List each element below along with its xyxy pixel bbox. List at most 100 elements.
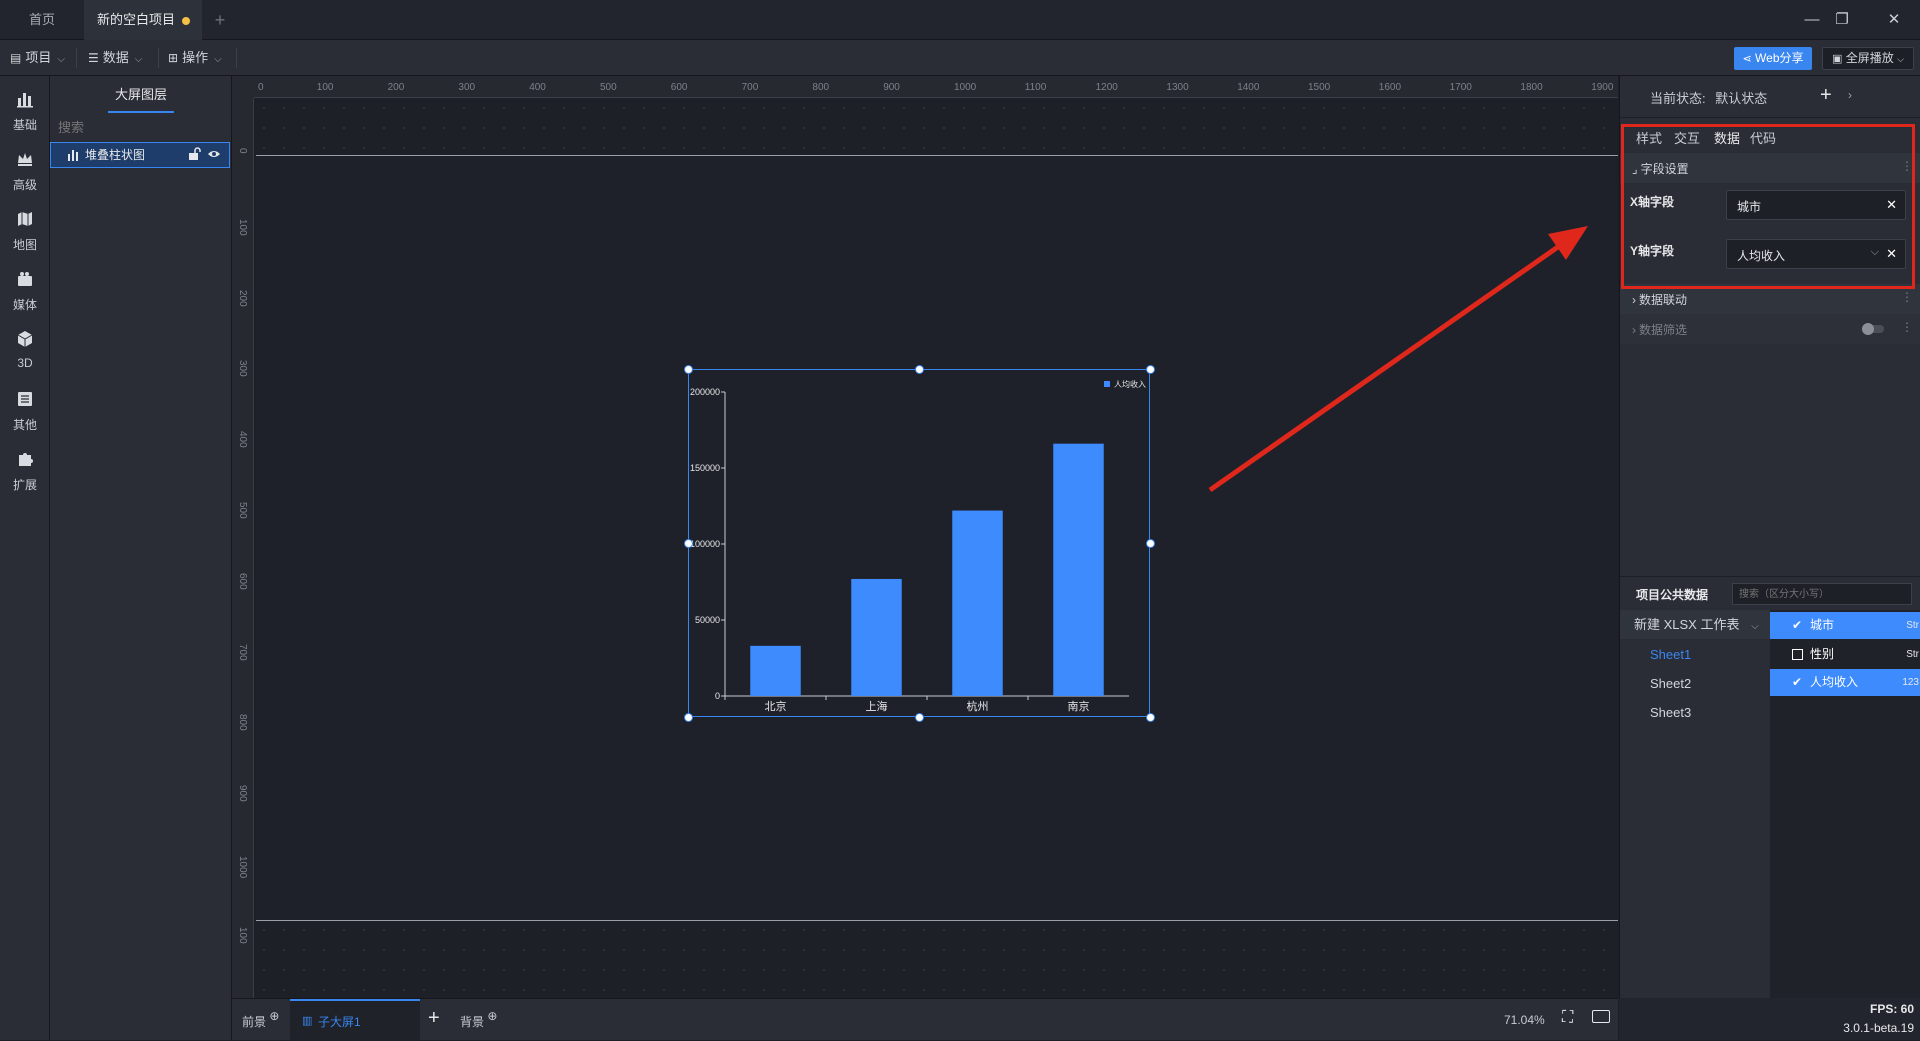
restore-button[interactable]: ❐ (1830, 8, 1854, 32)
chevron-down-icon: ⌵ (1897, 54, 1904, 64)
divider (236, 48, 237, 68)
subscreen-tab[interactable]: ▥ 子大屏1 (290, 999, 420, 1041)
tab-style[interactable]: 样式 (1636, 128, 1662, 147)
bar (851, 578, 902, 696)
y-tick-label: 200000 (690, 387, 720, 397)
close-window-button[interactable]: ✕ (1882, 8, 1906, 32)
property-panel: 当前状态: 默认状态 + › 样式 交互 数据 代码 ⌟ 字段设置 ⋮ X轴字段 … (1619, 76, 1920, 998)
menu-data[interactable]: ☰ 数据 ⌵ (88, 40, 142, 76)
data-filter-section[interactable]: › 数据筛选 ⋮ (1620, 314, 1920, 344)
add-state-icon[interactable]: + (1820, 84, 1832, 107)
fullscreen-play-button[interactable]: ▣ 全屏播放 ⌵ (1822, 47, 1914, 70)
add-circle-icon[interactable]: ⊕ (487, 1009, 497, 1023)
background-tab[interactable]: 背景 ⊕ (460, 1009, 497, 1030)
check-icon: ✔ (1792, 618, 1803, 632)
resize-handle[interactable] (683, 712, 693, 722)
collapse-icon: ⌟ (1632, 162, 1638, 176)
check-icon: ✔ (1792, 675, 1803, 689)
add-circle-icon[interactable]: ⊕ (269, 1009, 279, 1023)
category-map[interactable]: 地图 (0, 204, 50, 260)
workbook-item[interactable]: 新建 XLSX 工作表 ⌵ (1620, 610, 1770, 639)
file-icon: ▤ (10, 51, 22, 65)
filter-toggle[interactable] (1862, 323, 1884, 335)
sheet-item[interactable]: Sheet1 (1620, 640, 1770, 669)
puzzle-icon (0, 450, 50, 472)
media-icon (0, 270, 50, 292)
tab-home[interactable]: 首页 (0, 0, 84, 40)
ruler-tick-label: 600 (237, 572, 248, 590)
column-item[interactable]: ✔ 人均收入 123 (1770, 669, 1920, 696)
ruler-tick-label: 900 (237, 785, 248, 802)
foreground-tab[interactable]: 前景 ⊕ (242, 1009, 279, 1030)
category-media[interactable]: 媒体 (0, 264, 50, 320)
eye-icon[interactable] (207, 147, 221, 164)
column-type: Str (1906, 649, 1919, 660)
add-screen-icon[interactable]: + (428, 1007, 440, 1030)
minimize-button[interactable]: — (1800, 8, 1824, 32)
layer-panel-title[interactable]: 大屏图层 (108, 84, 174, 113)
unlock-icon[interactable] (187, 147, 201, 164)
more-icon[interactable]: ⋮ (1901, 290, 1913, 304)
ruler-tick-label: 100 (237, 926, 248, 944)
tab-data[interactable]: 数据 (1708, 128, 1747, 155)
resize-handle[interactable] (914, 712, 924, 722)
workbook-label: 新建 XLSX 工作表 (1634, 617, 1740, 632)
web-share-button[interactable]: ⋖ Web分享 (1734, 47, 1812, 70)
fit-screen-icon[interactable]: ⛶ (1562, 1009, 1573, 1027)
component-category-bar: 基础 高级 地图 媒体 3D 其他 扩展 (0, 76, 50, 1040)
resize-handle[interactable] (683, 364, 693, 374)
resize-handle[interactable] (1145, 538, 1155, 548)
tab-interaction[interactable]: 交互 (1674, 128, 1700, 147)
tab-code[interactable]: 代码 (1750, 128, 1776, 147)
add-tab-button[interactable]: + (210, 0, 230, 40)
resize-handle[interactable] (914, 364, 924, 374)
category-advanced[interactable]: 高级 (0, 144, 50, 200)
chevron-right-icon: › (1632, 293, 1636, 307)
zoom-level[interactable]: 71.04% (1504, 1013, 1545, 1027)
layer-item[interactable]: 堆叠柱状图 (50, 142, 230, 168)
category-basic[interactable]: 基础 (0, 84, 50, 140)
resize-handle[interactable] (1145, 712, 1155, 722)
divider (76, 48, 77, 68)
ruler-tick-label: 100 (316, 82, 334, 93)
ruler-tick-label: 1700 (1449, 82, 1472, 93)
ruler-tick-label: 1600 (1378, 82, 1402, 93)
field-settings-section[interactable]: ⌟ 字段设置 ⋮ (1620, 153, 1920, 183)
tab-project[interactable]: 新的空白项目 (84, 0, 202, 40)
resize-handle[interactable] (683, 538, 693, 548)
ruler-tick-label: 900 (883, 82, 900, 93)
current-state[interactable]: 当前状态: 默认状态 (1650, 88, 1767, 107)
column-name: 人均收入 (1810, 675, 1859, 689)
chart-component[interactable]: 0 50000 100000 150000 200000 北京 上海 杭州 南京 人均收入 (683, 364, 1155, 722)
public-data-search-input[interactable] (1732, 583, 1912, 605)
sheet-item[interactable]: Sheet2 (1620, 669, 1770, 698)
x-tick-label: 上海 (866, 699, 888, 713)
field-settings-title: 字段设置 (1640, 162, 1689, 176)
data-link-title: 数据联动 (1639, 293, 1688, 307)
sheet-item[interactable]: Sheet3 (1620, 698, 1770, 727)
menu-project[interactable]: ▤ 项目 ⌵ (10, 40, 65, 76)
chevron-right-icon[interactable]: › (1848, 88, 1852, 102)
y-field-select[interactable]: 人均收入 ⌵ ✕ (1726, 239, 1906, 269)
column-item[interactable]: 性别 Str (1770, 641, 1920, 668)
clear-icon[interactable]: ✕ (1886, 197, 1897, 213)
menu-data-label: 数据 (102, 50, 129, 65)
grid-icon: ⊞ (168, 51, 179, 65)
column-item[interactable]: ✔ 城市 Str (1770, 612, 1920, 639)
toggle-knob (1862, 323, 1874, 335)
chevron-down-icon[interactable]: ⌵ (1871, 246, 1879, 259)
layer-search-input[interactable] (58, 116, 224, 140)
menu-operate[interactable]: ⊞ 操作 ⌵ (168, 40, 222, 76)
x-field-select[interactable]: 城市 ✕ (1726, 190, 1906, 220)
more-icon[interactable]: ⋮ (1901, 159, 1913, 173)
keyboard-icon[interactable] (1592, 1010, 1610, 1023)
clear-icon[interactable]: ✕ (1886, 246, 1897, 262)
category-label: 扩展 (12, 478, 37, 492)
more-icon[interactable]: ⋮ (1901, 320, 1913, 334)
menu-operate-label: 操作 (182, 50, 209, 65)
category-extension[interactable]: 扩展 (0, 444, 50, 500)
data-link-section[interactable]: › 数据联动 ⋮ (1620, 284, 1920, 314)
resize-handle[interactable] (1145, 364, 1155, 374)
category-3d[interactable]: 3D (0, 324, 50, 380)
category-other[interactable]: 其他 (0, 384, 50, 440)
